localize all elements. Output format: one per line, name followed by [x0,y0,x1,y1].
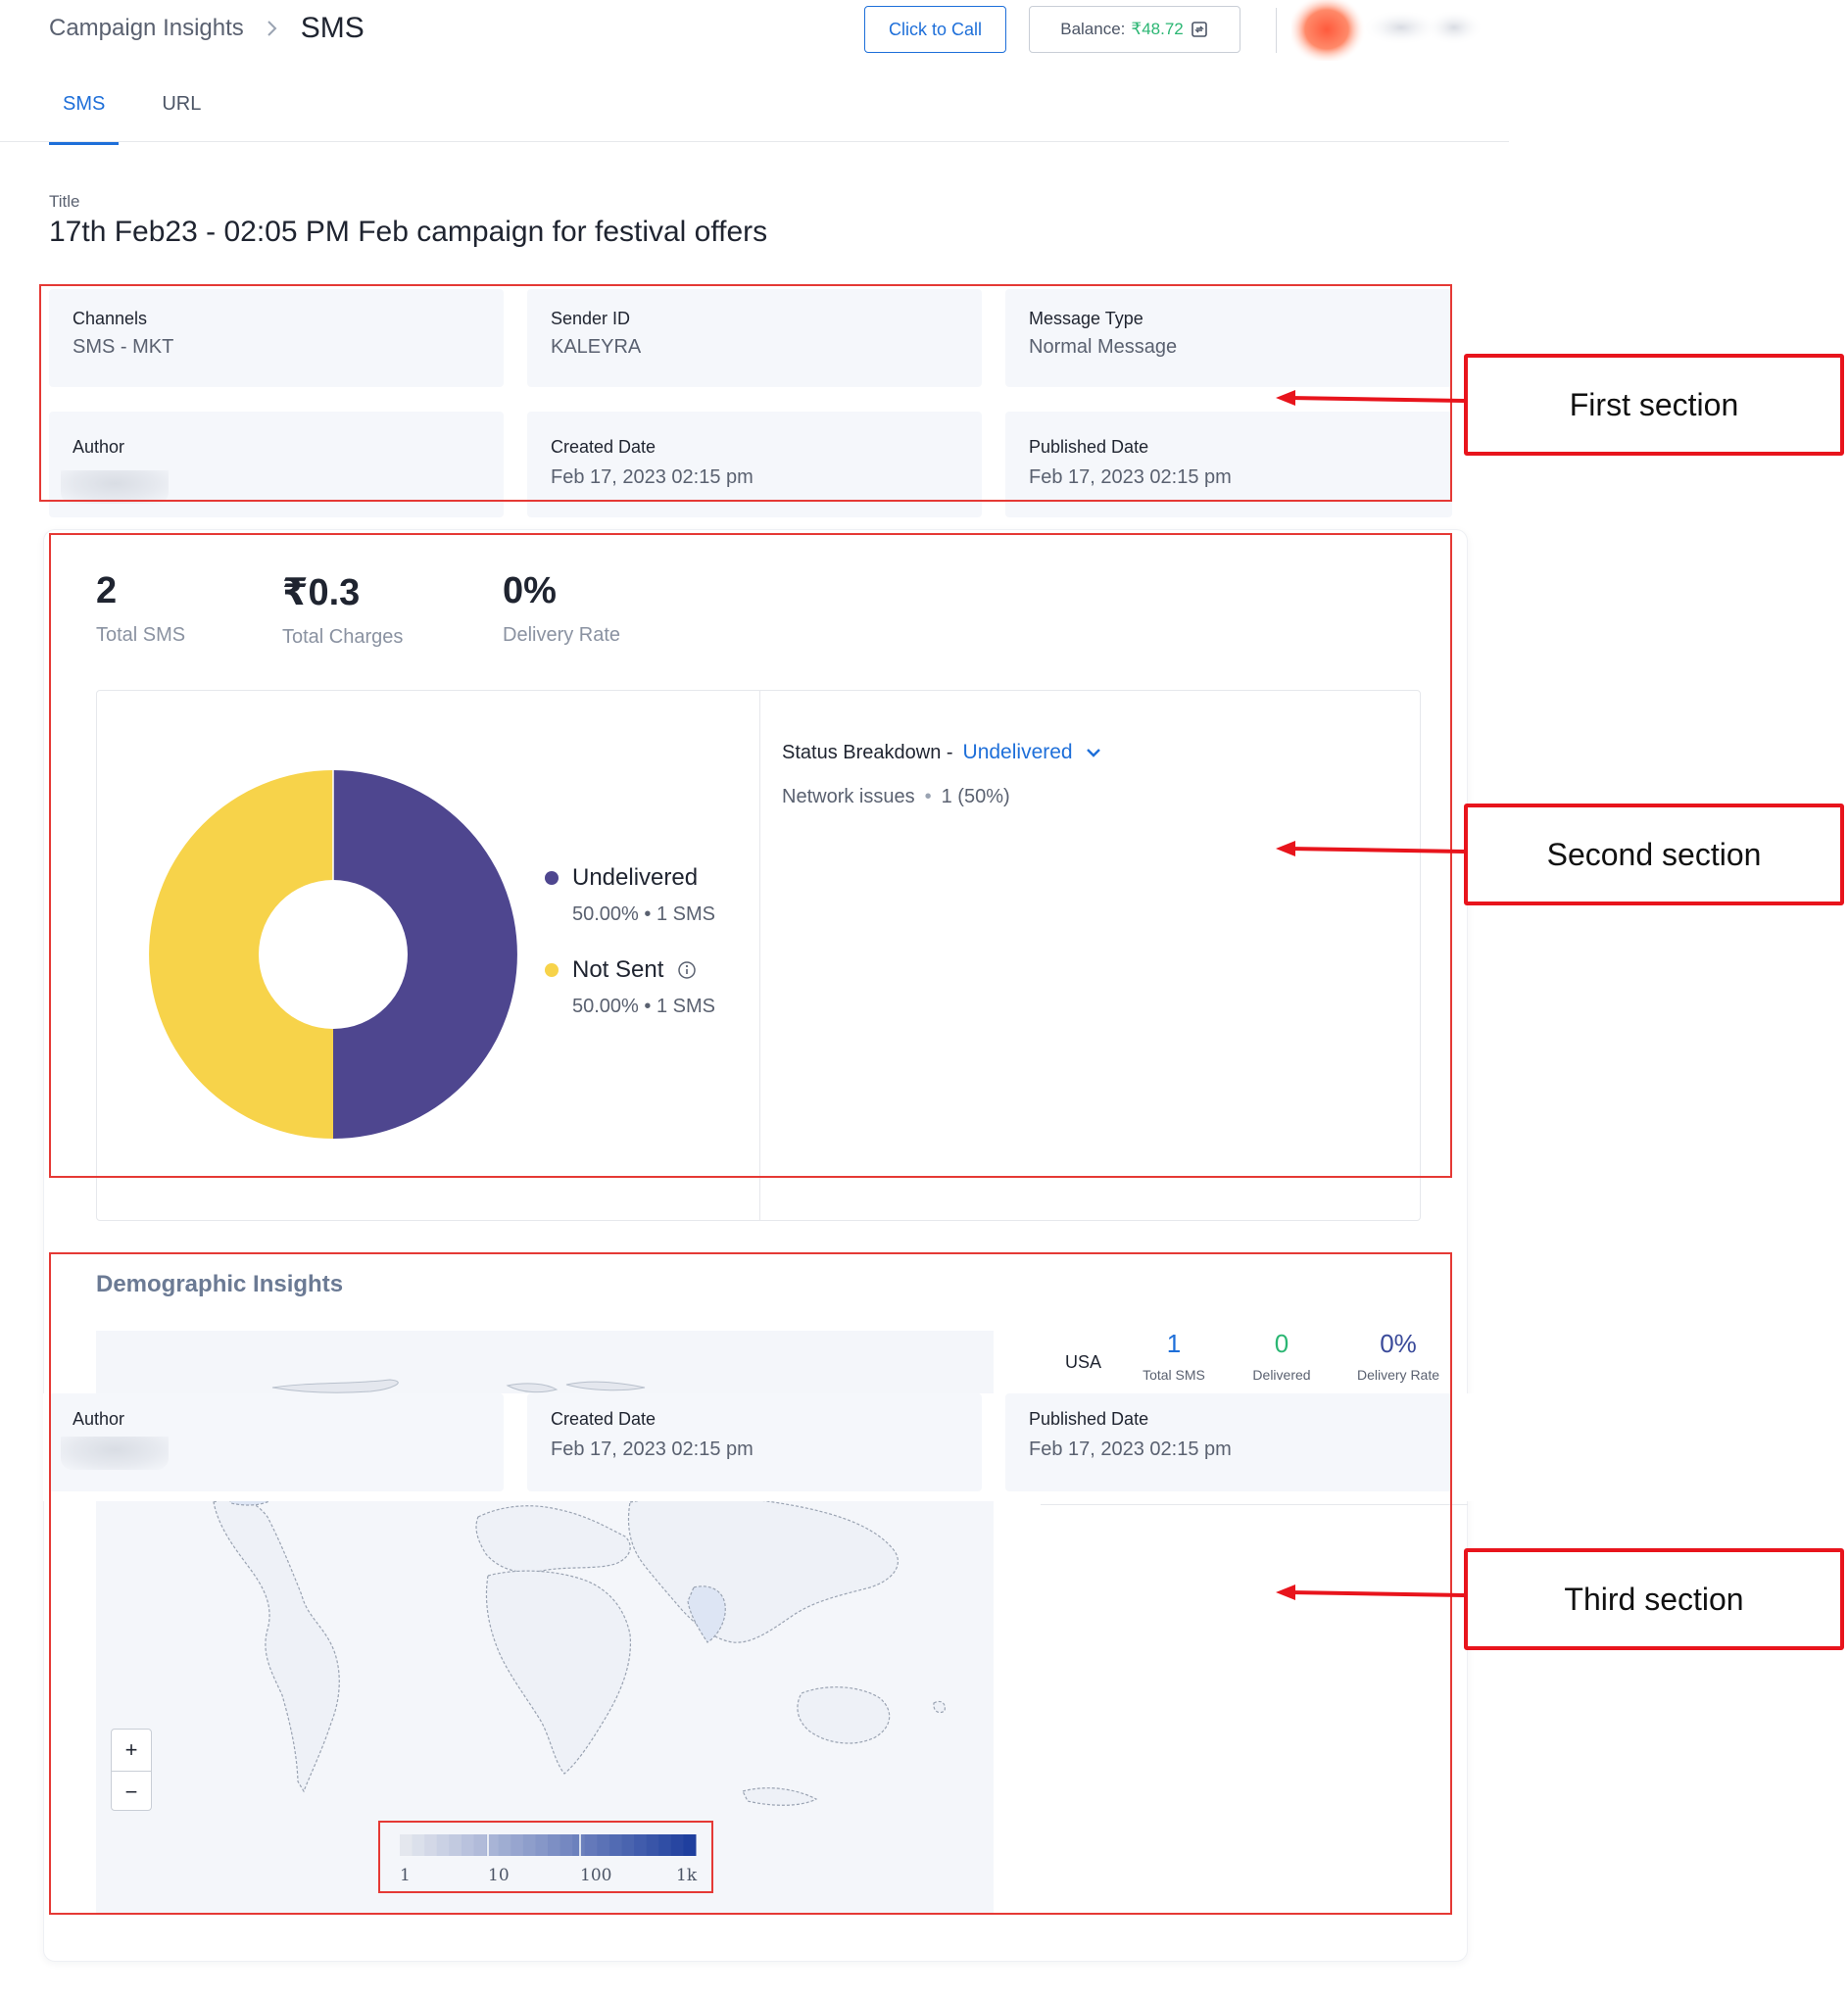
scale-highlight [378,1821,713,1893]
click-to-call-button[interactable]: Click to Call [864,6,1006,53]
balance-widget[interactable]: Balance: ₹48.72 [1029,6,1240,53]
page-header: Campaign Insights SMS Click to Call Bala… [0,0,1509,145]
second-section-highlight [49,533,1452,1178]
user-avatar-icon[interactable] [1291,0,1483,61]
tab-sms[interactable]: SMS [49,93,120,145]
tab-bar: SMS URL [49,93,244,145]
first-section-highlight [39,284,1452,502]
second-section-callout: Second section [1464,804,1844,905]
campaign-title: 17th Feb23 - 02:05 PM Feb campaign for f… [49,216,768,248]
balance-amount: ₹48.72 [1131,20,1184,38]
third-section-callout: Third section [1464,1548,1844,1650]
breadcrumb-current: SMS [300,12,365,44]
chevron-right-icon [267,21,277,36]
third-section-highlight [49,1252,1452,1915]
first-section-callout: First section [1464,354,1844,456]
refresh-icon[interactable] [1190,20,1209,39]
breadcrumb-campaign-insights[interactable]: Campaign Insights [49,15,244,42]
title-label: Title [49,192,80,211]
header-divider [1276,8,1277,53]
balance-label: Balance: [1060,20,1126,38]
breadcrumb: Campaign Insights SMS [49,12,365,45]
tab-url[interactable]: URL [148,93,215,145]
